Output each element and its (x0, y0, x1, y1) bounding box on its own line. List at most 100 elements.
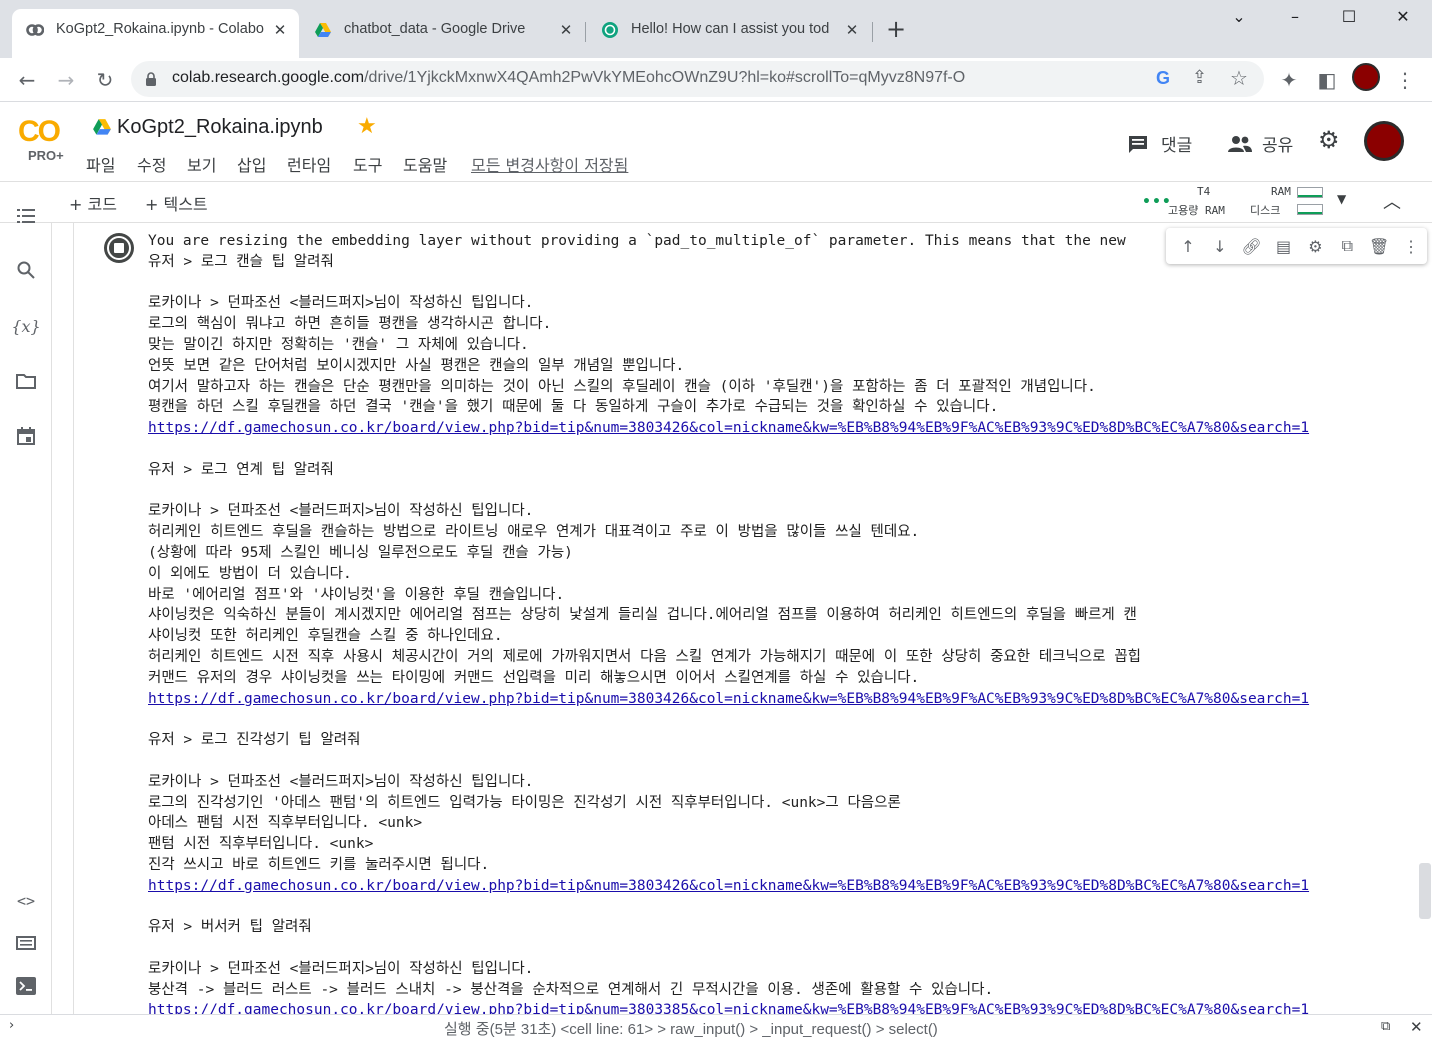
output-line: 로카이나 > 던파조선 <블러드퍼지>님이 작성하신 팁입니다. (148, 960, 534, 977)
open-in-new-icon[interactable]: ⧉ (1381, 1019, 1390, 1034)
star-icon[interactable]: ★ (357, 114, 377, 139)
share-button[interactable]: 공유 (1228, 131, 1293, 156)
url-text[interactable]: colab.research.google.com/drive/1YjkckMx… (172, 69, 965, 87)
expand-status-icon[interactable]: › (9, 1018, 14, 1033)
lock-icon[interactable] (145, 72, 157, 86)
back-arrow-icon[interactable]: ← (11, 64, 43, 96)
command-palette-icon[interactable] (13, 930, 39, 956)
address-bar[interactable]: colab.research.google.com/drive/1YjkckMx… (131, 61, 1264, 97)
code-cell[interactable]: You are resizing the embedding layer wit… (73, 223, 1427, 1014)
cell-toolbar: ↑ ↓ 🔗︎ ▤ ⚙ ⧉ 🗑︎ ⋮ (1166, 228, 1427, 264)
disk-usage-bar[interactable] (1297, 204, 1323, 215)
output-line: 평캔을 하던 스킬 후딜캔을 하던 결국 '캔슬'을 했기 때문에 둘 다 동일… (148, 399, 999, 416)
notebook-title[interactable]: KoGpt2_Rokaina.ipynb (117, 116, 323, 139)
close-tab-icon[interactable]: ✕ (269, 21, 291, 39)
cell-settings-icon[interactable]: ⚙ (1300, 237, 1332, 256)
table-of-contents-icon[interactable] (13, 203, 39, 229)
link-icon[interactable]: 🔗︎ (1236, 237, 1268, 256)
browser-tab-colab[interactable]: KoGpt2_Rokaina.ipynb - Colabo ✕ (12, 9, 299, 58)
chrome-menu-icon[interactable]: ⋮ (1389, 64, 1421, 96)
output-line: 맞는 말이긴 하지만 정확히는 '캔슬' 그 자체에 있습니다. (148, 336, 529, 353)
maximize-window-button[interactable]: ☐ (1329, 7, 1369, 31)
share-page-icon[interactable]: ⇪ (1192, 67, 1207, 88)
output-line: https://df.gamechosun.co.kr/board/view.p… (148, 1000, 1309, 1014)
forms-calendar-icon[interactable] (13, 423, 39, 449)
output-line: 샤이닝컷 또한 허리케인 후딜캔슬 스킬 중 하나인데요. (148, 628, 503, 645)
tab-divider (872, 22, 873, 42)
search-icon[interactable] (13, 257, 39, 283)
output-line: 언뜻 보면 같은 단어처럼 보이시겠지만 사실 평캔은 캔슬의 일부 개념일 뿐… (148, 357, 685, 374)
notebook-toolbar: + 코드 + 텍스트 ••• T4 고용량 RAM RAM 디스크 ▼ ︿ (0, 181, 1432, 223)
output-line: 허리케인 히트엔드 후딜을 캔슬하는 방법으로 라이트닝 애로우 연계가 대표격… (148, 524, 920, 541)
more-options-icon[interactable]: ⋮ (1395, 237, 1427, 256)
profile-avatar[interactable] (1352, 63, 1380, 91)
variables-icon[interactable]: {x} (11, 313, 40, 339)
colab-favicon-icon (26, 24, 44, 36)
extensions-puzzle-icon[interactable]: ✦ (1273, 64, 1305, 96)
output-line: 로그의 핵심이 뭐냐고 하면 흔히들 평캔을 생각하시곤 합니다. (148, 316, 552, 333)
output-line: https://df.gamechosun.co.kr/board/view.p… (148, 418, 1309, 439)
stop-execution-button[interactable] (104, 233, 134, 263)
terminal-icon[interactable] (13, 973, 39, 999)
output-link[interactable]: https://df.gamechosun.co.kr/board/view.p… (148, 691, 1309, 707)
settings-gear-icon[interactable]: ⚙ (1318, 126, 1340, 154)
move-cell-down-icon[interactable]: ↓ (1204, 237, 1236, 256)
comment-button[interactable]: 댓글 (1127, 131, 1192, 156)
add-code-button[interactable]: + 코드 (69, 191, 117, 215)
output-line: 팬텀 시전 직후부터입니다. <unk> (148, 836, 374, 853)
close-status-icon[interactable]: ✕ (1410, 1018, 1423, 1036)
output-line: 유저 > 버서커 팁 알려줘 (148, 919, 312, 936)
google-drive-icon[interactable] (92, 119, 112, 137)
bookmark-star-icon[interactable]: ☆ (1230, 66, 1248, 90)
output-line: 샤이닝컷은 익숙하신 분들이 계시겠지만 에어리얼 점프는 상당히 낯설게 들리… (148, 607, 1137, 624)
delete-cell-icon[interactable]: 🗑︎ (1363, 237, 1395, 256)
collapse-header-icon[interactable]: ︿ (1383, 188, 1401, 214)
menu-insert[interactable]: 삽입 (237, 152, 266, 176)
comment-icon[interactable]: ▤ (1268, 237, 1300, 256)
disk-label: 디스크 (1250, 204, 1281, 217)
close-tab-icon[interactable]: ✕ (841, 21, 863, 39)
forward-arrow-icon[interactable]: → (50, 64, 82, 96)
minimize-window-button[interactable]: – (1275, 7, 1315, 31)
output-link[interactable]: https://df.gamechosun.co.kr/board/view.p… (148, 420, 1309, 436)
output-line: 이 외에도 방법이 더 있습니다. (148, 565, 352, 582)
menu-view[interactable]: 보기 (187, 152, 216, 176)
new-tab-button[interactable]: + (886, 17, 906, 41)
output-line: https://df.gamechosun.co.kr/board/view.p… (148, 689, 1309, 710)
vertical-scrollbar[interactable] (1419, 863, 1431, 919)
resources-dropdown-icon[interactable]: ▼ (1337, 192, 1346, 206)
close-window-button[interactable]: ✕ (1383, 7, 1423, 31)
output-link[interactable]: https://df.gamechosun.co.kr/board/view.p… (148, 1002, 1309, 1014)
move-cell-up-icon[interactable]: ↑ (1172, 237, 1204, 256)
tab-search-dropdown-icon[interactable]: ⌄ (1219, 7, 1259, 31)
ram-label: RAM (1271, 185, 1291, 198)
output-line: 유저 > 로그 진각성기 팁 알려줘 (148, 732, 361, 749)
menu-edit[interactable]: 수정 (137, 152, 166, 176)
browser-tab-chatgpt[interactable]: Hello! How can I assist you tod ✕ (587, 9, 871, 58)
url-path: /drive/1YjkckMxnwX4QAmh2PwVkYMEohcOWnZ9U… (364, 69, 966, 86)
output-link[interactable]: https://df.gamechosun.co.kr/board/view.p… (148, 878, 1309, 894)
side-panel-icon[interactable]: ◧ (1311, 64, 1343, 96)
ram-usage-bar[interactable] (1297, 187, 1323, 198)
menu-file[interactable]: 파일 (86, 152, 115, 176)
reload-icon[interactable]: ↻ (89, 64, 121, 96)
warning-line: You are resizing the embedding layer wit… (148, 233, 1126, 249)
google-translate-icon[interactable]: G (1156, 68, 1170, 89)
code-snippets-icon[interactable]: <> (13, 888, 39, 914)
files-folder-icon[interactable] (13, 368, 39, 394)
browser-tab-drive[interactable]: chatbot_data - Google Drive ✕ (300, 9, 585, 58)
save-status[interactable]: 모든 변경사항이 저장됨 (471, 152, 628, 176)
mirror-cell-icon[interactable]: ⧉ (1331, 236, 1363, 256)
menu-help[interactable]: 도움말 (403, 152, 447, 176)
colab-header: CO PRO+ KoGpt2_Rokaina.ipynb ★ 파일 수정 보기 … (0, 103, 1432, 181)
execution-status: 실행 중(5분 31초) <cell line: 61> > raw_input… (444, 1021, 938, 1038)
account-avatar[interactable] (1364, 121, 1404, 161)
menu-runtime[interactable]: 런타임 (287, 152, 331, 176)
menu-tools[interactable]: 도구 (353, 152, 382, 176)
comment-icon (1129, 135, 1147, 153)
output-line: 붕산격 -> 블러드 러스트 -> 블러드 스내치 -> 붕산격을 순차적으로 … (148, 981, 994, 998)
close-tab-icon[interactable]: ✕ (555, 21, 577, 39)
colab-logo[interactable]: CO (18, 115, 61, 149)
add-text-button[interactable]: + 텍스트 (145, 191, 208, 215)
